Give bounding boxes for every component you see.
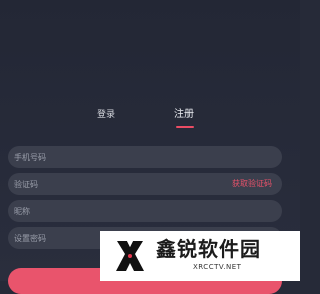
tab-login[interactable]: 登录	[97, 108, 115, 122]
auth-tabs: 登录 注册	[0, 108, 300, 134]
register-screen: 登录 注册 获取验证码 鑫锐软件园 XRCCTV.NET	[0, 0, 300, 294]
phone-field	[8, 146, 282, 168]
watermark-logo-icon	[116, 241, 144, 271]
watermark-overlay: 鑫锐软件园 XRCCTV.NET	[100, 231, 300, 281]
nickname-field	[8, 200, 282, 222]
active-tab-indicator	[176, 126, 194, 128]
nickname-input[interactable]	[8, 200, 282, 222]
phone-input[interactable]	[8, 146, 282, 168]
verification-code-field: 获取验证码	[8, 173, 282, 195]
get-code-button[interactable]: 获取验证码	[232, 178, 272, 190]
watermark-title: 鑫锐软件园	[156, 237, 261, 261]
tab-register[interactable]: 注册	[174, 108, 194, 122]
watermark-subtitle: XRCCTV.NET	[193, 263, 242, 271]
